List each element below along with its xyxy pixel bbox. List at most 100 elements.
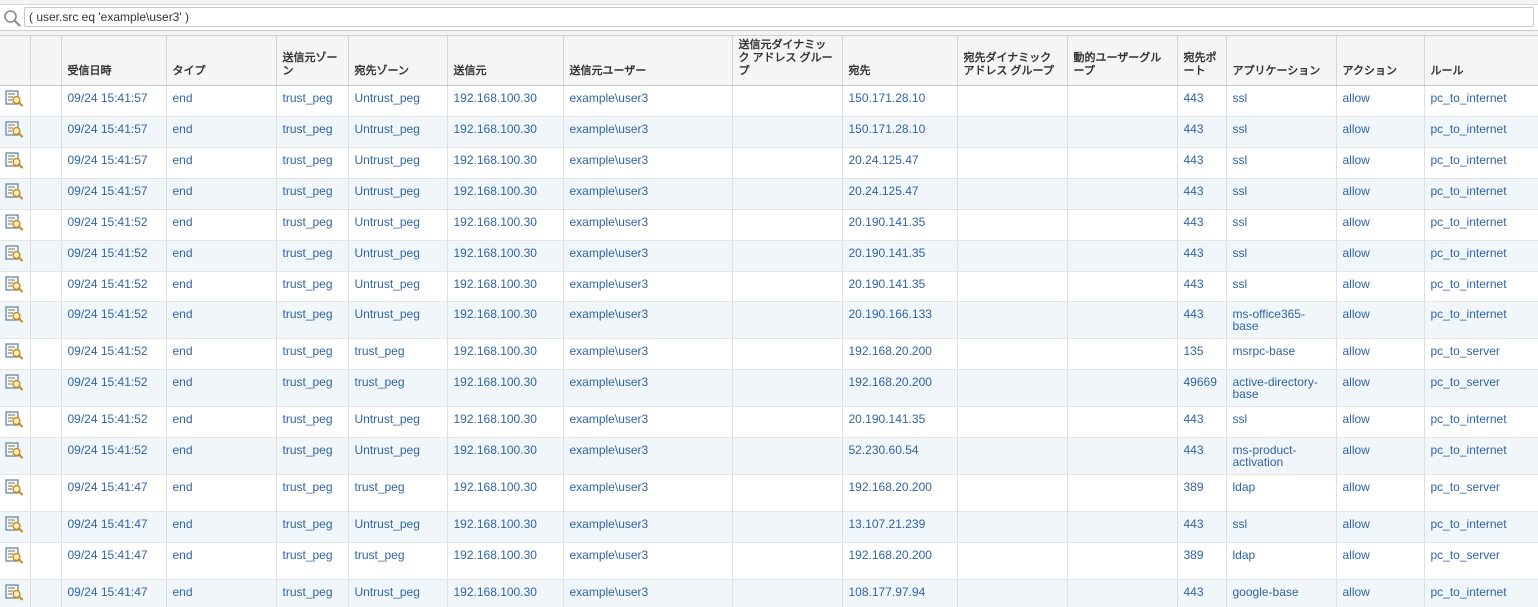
cell-time[interactable]: 09/24 15:41:57 — [61, 116, 167, 148]
cell-action[interactable]: allow — [1336, 209, 1425, 241]
cell-time[interactable]: 09/24 15:41:57 — [61, 178, 167, 210]
cell-time[interactable]: 09/24 15:41:47 — [61, 579, 167, 607]
cell-time[interactable]: 09/24 15:41:52 — [61, 369, 167, 407]
cell-rule[interactable]: pc_to_internet — [1424, 147, 1538, 179]
row-detail-cell[interactable] — [0, 301, 31, 339]
log-detail-icon[interactable] — [5, 90, 23, 107]
log-detail-icon[interactable] — [5, 442, 23, 459]
cell-src-user[interactable]: example\user3 — [563, 85, 733, 117]
cell-time[interactable]: 09/24 15:41:47 — [61, 542, 167, 580]
cell-type[interactable]: end — [166, 271, 277, 302]
cell-src[interactable]: 192.168.100.30 — [447, 240, 564, 272]
log-detail-icon[interactable] — [5, 121, 23, 138]
cell-dst[interactable]: 20.190.141.35 — [842, 209, 958, 241]
cell-src-user[interactable]: example\user3 — [563, 369, 733, 407]
cell-action[interactable]: allow — [1336, 240, 1425, 272]
cell-time[interactable]: 09/24 15:41:52 — [61, 406, 167, 438]
cell-src[interactable]: 192.168.100.30 — [447, 301, 564, 339]
cell-src-zone[interactable]: trust_peg — [276, 511, 349, 543]
cell-dst-zone[interactable]: Untrust_peg — [348, 437, 448, 475]
cell-src-zone[interactable]: trust_peg — [276, 369, 349, 407]
column-header-dst[interactable]: 宛先 — [842, 36, 958, 86]
cell-rule[interactable]: pc_to_internet — [1424, 406, 1538, 438]
cell-app[interactable]: ssl — [1226, 271, 1337, 302]
cell-dst-port[interactable]: 49669 — [1177, 369, 1227, 407]
cell-time[interactable]: 09/24 15:41:57 — [61, 147, 167, 179]
cell-time[interactable]: 09/24 15:41:57 — [61, 85, 167, 117]
cell-src[interactable]: 192.168.100.30 — [447, 338, 564, 370]
cell-dst-zone[interactable]: Untrust_peg — [348, 271, 448, 302]
row-detail-cell[interactable] — [0, 542, 31, 580]
cell-dst-port[interactable]: 135 — [1177, 338, 1227, 370]
cell-action[interactable]: allow — [1336, 369, 1425, 407]
cell-src-user[interactable]: example\user3 — [563, 209, 733, 241]
row-detail-cell[interactable] — [0, 369, 31, 407]
cell-type[interactable]: end — [166, 542, 277, 580]
cell-src-user[interactable]: example\user3 — [563, 147, 733, 179]
cell-src-user[interactable]: example\user3 — [563, 116, 733, 148]
log-detail-icon[interactable] — [5, 547, 23, 564]
cell-src-user[interactable]: example\user3 — [563, 240, 733, 272]
cell-dst[interactable]: 20.24.125.47 — [842, 178, 958, 210]
cell-dst-port[interactable]: 443 — [1177, 579, 1227, 607]
cell-src-user[interactable]: example\user3 — [563, 178, 733, 210]
cell-rule[interactable]: pc_to_internet — [1424, 271, 1538, 302]
cell-action[interactable]: allow — [1336, 542, 1425, 580]
table-row[interactable]: 09/24 15:41:52 end trust_peg trust_peg 192.1… — [0, 338, 1538, 370]
cell-action[interactable]: allow — [1336, 116, 1425, 148]
cell-type[interactable]: end — [166, 301, 277, 339]
cell-dst-port[interactable]: 443 — [1177, 301, 1227, 339]
cell-dst[interactable]: 20.190.141.35 — [842, 271, 958, 302]
table-row[interactable]: 09/24 15:41:47 end trust_peg trust_peg 192.1… — [0, 474, 1538, 512]
cell-dst-zone[interactable]: Untrust_peg — [348, 406, 448, 438]
cell-dst[interactable]: 192.168.20.200 — [842, 369, 958, 407]
cell-dst-port[interactable]: 443 — [1177, 209, 1227, 241]
cell-src[interactable]: 192.168.100.30 — [447, 178, 564, 210]
column-header-action[interactable]: アクション — [1336, 36, 1425, 86]
cell-dst-port[interactable]: 443 — [1177, 147, 1227, 179]
cell-action[interactable]: allow — [1336, 511, 1425, 543]
row-detail-cell[interactable] — [0, 178, 31, 210]
cell-app[interactable]: active-directory-base — [1226, 369, 1337, 407]
table-row[interactable]: 09/24 15:41:52 end trust_peg trust_peg 192.1… — [0, 369, 1538, 407]
row-detail-cell[interactable] — [0, 579, 31, 607]
cell-src-user[interactable]: example\user3 — [563, 511, 733, 543]
cell-type[interactable]: end — [166, 369, 277, 407]
log-detail-icon[interactable] — [5, 276, 23, 293]
cell-src-zone[interactable]: trust_peg — [276, 406, 349, 438]
cell-src-user[interactable]: example\user3 — [563, 579, 733, 607]
cell-type[interactable]: end — [166, 338, 277, 370]
cell-action[interactable]: allow — [1336, 406, 1425, 438]
cell-action[interactable]: allow — [1336, 474, 1425, 512]
column-header-type[interactable]: タイプ — [166, 36, 277, 86]
cell-src-zone[interactable]: trust_peg — [276, 437, 349, 475]
cell-dst[interactable]: 20.190.141.35 — [842, 406, 958, 438]
cell-dst-zone[interactable]: Untrust_peg — [348, 147, 448, 179]
cell-action[interactable]: allow — [1336, 271, 1425, 302]
column-header-dst-zone[interactable]: 宛先ゾーン — [348, 36, 448, 86]
cell-app[interactable]: ssl — [1226, 406, 1337, 438]
cell-app[interactable]: ldap — [1226, 542, 1337, 580]
table-row[interactable]: 09/24 15:41:57 end trust_peg Untrust_peg 192… — [0, 147, 1538, 179]
cell-type[interactable]: end — [166, 579, 277, 607]
cell-action[interactable]: allow — [1336, 579, 1425, 607]
cell-dst[interactable]: 13.107.21.239 — [842, 511, 958, 543]
cell-action[interactable]: allow — [1336, 147, 1425, 179]
cell-action[interactable]: allow — [1336, 338, 1425, 370]
cell-rule[interactable]: pc_to_server — [1424, 542, 1538, 580]
cell-time[interactable]: 09/24 15:41:47 — [61, 474, 167, 512]
log-detail-icon[interactable] — [5, 479, 23, 496]
cell-dst-port[interactable]: 443 — [1177, 85, 1227, 117]
cell-src[interactable]: 192.168.100.30 — [447, 579, 564, 607]
cell-time[interactable]: 09/24 15:41:52 — [61, 209, 167, 241]
cell-app[interactable]: ssl — [1226, 209, 1337, 241]
cell-src-zone[interactable]: trust_peg — [276, 85, 349, 117]
cell-src[interactable]: 192.168.100.30 — [447, 209, 564, 241]
table-row[interactable]: 09/24 15:41:57 end trust_peg Untrust_peg 192… — [0, 85, 1538, 117]
cell-time[interactable]: 09/24 15:41:52 — [61, 301, 167, 339]
cell-action[interactable]: allow — [1336, 178, 1425, 210]
cell-dst-zone[interactable]: Untrust_peg — [348, 116, 448, 148]
column-header-src-zone[interactable]: 送信元ゾーン — [276, 36, 349, 86]
row-detail-cell[interactable] — [0, 240, 31, 272]
column-header-dst-port[interactable]: 宛先ポート — [1177, 36, 1227, 86]
